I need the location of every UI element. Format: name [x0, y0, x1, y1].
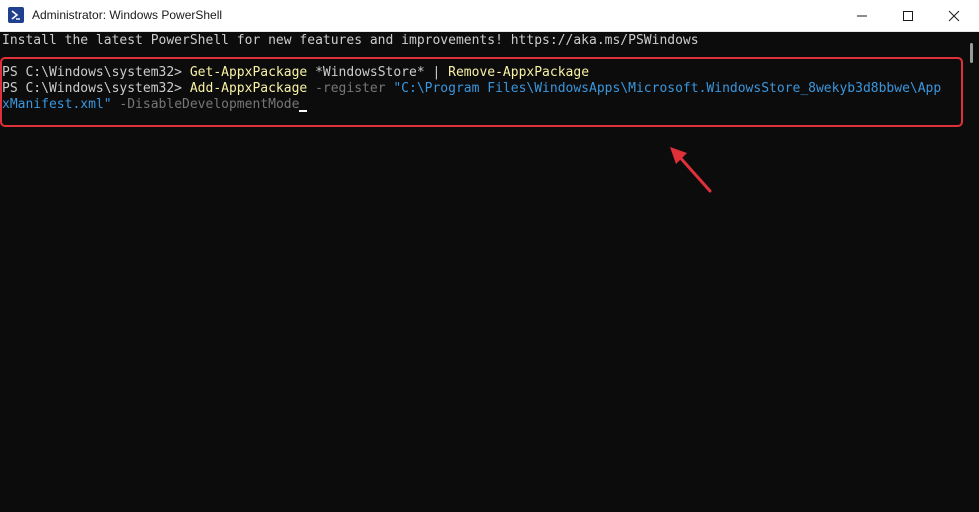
window-title: Administrator: Windows PowerShell: [32, 8, 223, 22]
close-icon: [948, 10, 960, 21]
close-button[interactable]: [931, 0, 977, 31]
powershell-icon: [8, 7, 24, 23]
vertical-scrollbar[interactable]: [965, 32, 979, 512]
update-banner: Install the latest PowerShell for new fe…: [2, 33, 699, 48]
annotation-arrow-icon: [670, 147, 712, 193]
maximize-icon: [903, 10, 913, 21]
maximize-button[interactable]: [885, 0, 931, 31]
minimize-button[interactable]: [839, 0, 885, 31]
scrollbar-thumb[interactable]: [970, 43, 973, 63]
minimize-icon: [857, 15, 867, 16]
highlight-box: [0, 57, 963, 127]
powershell-window: Administrator: Windows PowerShell Instal…: [0, 0, 979, 512]
title-bar[interactable]: Administrator: Windows PowerShell: [0, 0, 979, 32]
